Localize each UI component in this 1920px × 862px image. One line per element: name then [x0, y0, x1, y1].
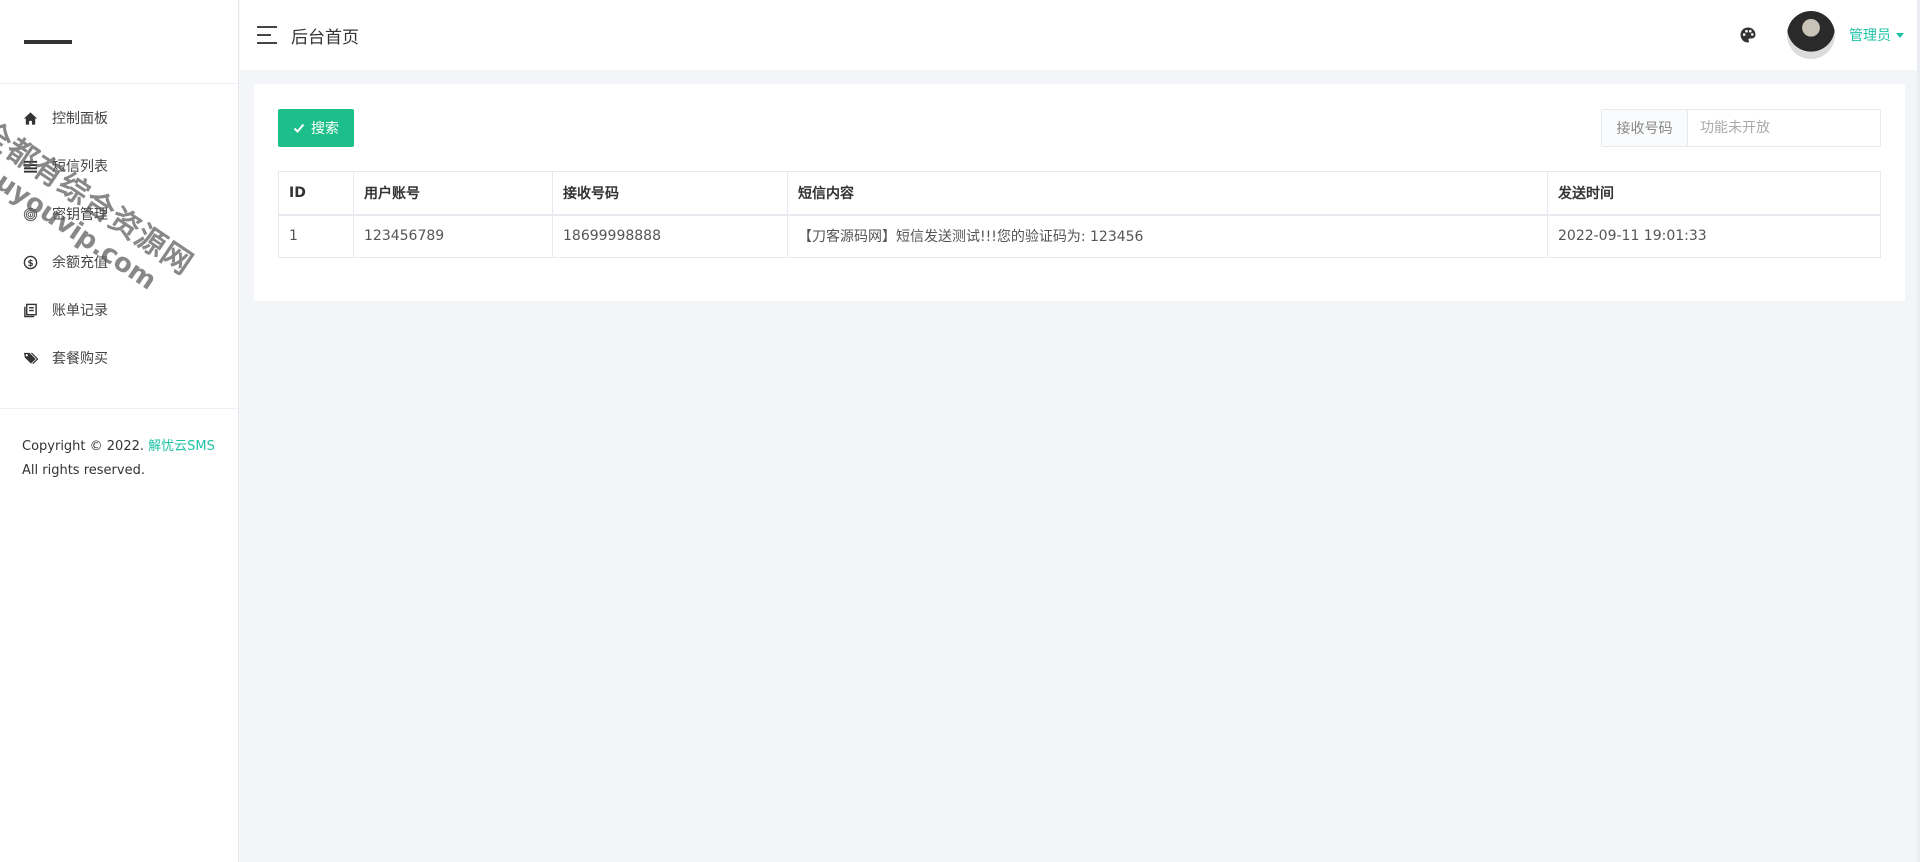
tags-icon: [22, 350, 38, 366]
rights-text: All rights reserved.: [22, 463, 145, 478]
phone-filter-input[interactable]: [1688, 110, 1880, 146]
user-name: 管理员: [1849, 28, 1891, 44]
home-icon: [22, 110, 38, 126]
sms-table: ID 用户账号 接收号码 短信内容 发送时间 1 123456789 18699…: [278, 171, 1881, 258]
user-menu[interactable]: 管理员: [1849, 25, 1904, 45]
sidebar-item-label: 控制面板: [52, 111, 108, 127]
check-icon: [293, 123, 305, 133]
page-title: 后台首页: [291, 27, 359, 48]
svg-text:$: $: [27, 257, 33, 267]
sidebar-item-label: 短信列表: [52, 159, 108, 175]
sidebar: 控制面板 短信列表 密钥管理 $ 余额充值 账单记录 套餐购买 Copyrigh…: [0, 0, 239, 862]
search-button[interactable]: 搜索: [278, 109, 354, 147]
column-header-time: 发送时间: [1547, 171, 1881, 216]
column-header-account: 用户账号: [353, 171, 553, 216]
caret-down-icon: [1896, 32, 1904, 38]
top-header: 后台首页 管理员: [240, 0, 1920, 70]
table-row: 1 123456789 18699998888 【刀客源码网】短信发送测试!!!…: [278, 214, 1881, 258]
phone-filter-label: 接收号码: [1602, 110, 1688, 146]
column-header-content: 短信内容: [787, 171, 1548, 216]
list-icon: [22, 158, 38, 174]
sidebar-item-packages[interactable]: 套餐购买: [0, 334, 238, 382]
cell-id: 1: [278, 214, 354, 258]
sidebar-item-recharge[interactable]: $ 余额充值: [0, 238, 238, 286]
search-button-label: 搜索: [311, 121, 339, 137]
book-icon: [22, 302, 38, 318]
sidebar-item-label: 套餐购买: [52, 351, 108, 367]
dollar-circle-icon: $: [22, 254, 38, 270]
sidebar-nav: 控制面板 短信列表 密钥管理 $ 余额充值 账单记录 套餐购买: [0, 84, 238, 382]
sidebar-item-sms-list[interactable]: 短信列表: [0, 142, 238, 190]
palette-icon[interactable]: [1739, 26, 1757, 44]
header-right: 管理员: [1739, 11, 1904, 59]
sidebar-item-billing[interactable]: 账单记录: [0, 286, 238, 334]
copyright-text: Copyright © 2022.: [22, 439, 145, 454]
column-header-phone: 接收号码: [552, 171, 788, 216]
fingerprint-icon: [22, 206, 38, 222]
sidebar-item-label: 密钥管理: [52, 207, 108, 223]
menu-toggle-icon[interactable]: [257, 26, 279, 44]
sidebar-item-label: 余额充值: [52, 255, 108, 271]
sidebar-item-dashboard[interactable]: 控制面板: [0, 94, 238, 142]
copyright: Copyright © 2022. 解忧云SMS All rights rese…: [0, 409, 238, 509]
cell-phone: 18699998888: [552, 214, 788, 258]
sidebar-item-key-management[interactable]: 密钥管理: [0, 190, 238, 238]
cell-account: 123456789: [353, 214, 553, 258]
phone-filter: 接收号码: [1601, 109, 1881, 147]
brand-link[interactable]: 解忧云SMS: [148, 439, 215, 454]
cell-time: 2022-09-11 19:01:33: [1547, 214, 1881, 258]
avatar[interactable]: [1787, 11, 1835, 59]
table-header-row: ID 用户账号 接收号码 短信内容 发送时间: [278, 171, 1881, 216]
sidebar-logo: [0, 0, 238, 84]
cell-content: 【刀客源码网】短信发送测试!!!您的验证码为: 123456: [787, 214, 1548, 258]
sms-list-card: 搜索 接收号码 ID 用户账号 接收号码 短信内容 发送时间 1 1234567…: [254, 84, 1905, 301]
column-header-id: ID: [278, 171, 354, 216]
sidebar-item-label: 账单记录: [52, 303, 108, 319]
logo-bar: [24, 39, 72, 44]
